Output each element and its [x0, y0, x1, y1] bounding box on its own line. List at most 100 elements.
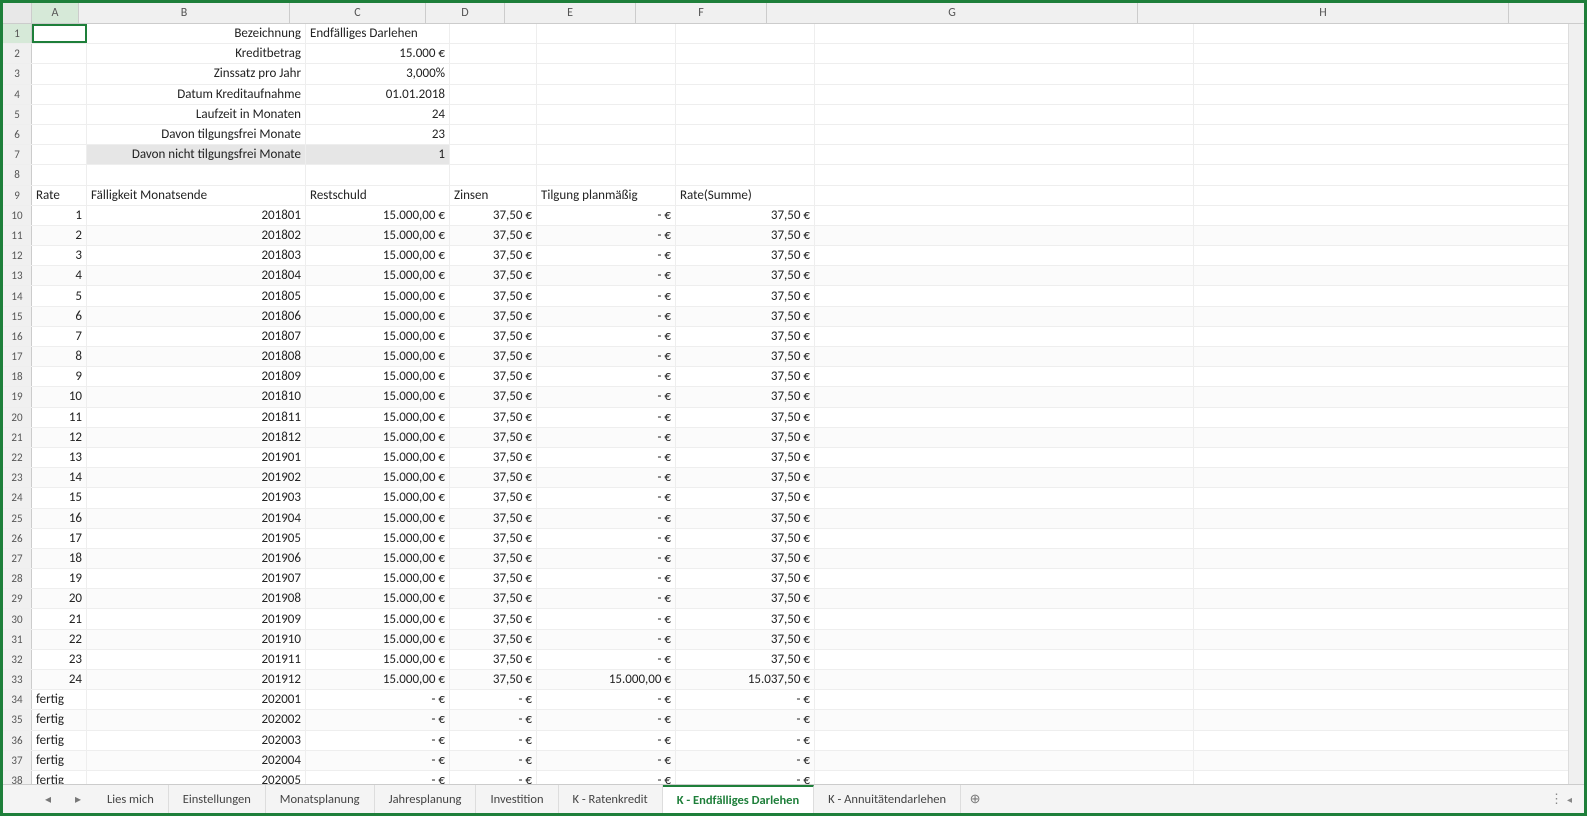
- cell[interactable]: [815, 468, 1194, 487]
- cell[interactable]: 37,50 €: [676, 609, 815, 628]
- cell[interactable]: 201907: [87, 569, 306, 588]
- cell[interactable]: 15.037,50 €: [676, 670, 815, 689]
- cell[interactable]: [815, 488, 1194, 507]
- row-header[interactable]: 36: [3, 731, 32, 750]
- cell[interactable]: - €: [537, 589, 676, 608]
- cell[interactable]: 15.000,00 €: [306, 286, 450, 305]
- cell[interactable]: 37,50 €: [676, 529, 815, 548]
- cell[interactable]: 201909: [87, 609, 306, 628]
- cell[interactable]: 1: [306, 145, 450, 164]
- row-header[interactable]: 13: [3, 266, 32, 285]
- cell[interactable]: 37,50 €: [676, 307, 815, 326]
- cell[interactable]: 201801: [87, 206, 306, 225]
- row-header[interactable]: 21: [3, 428, 32, 447]
- cell[interactable]: Restschuld: [306, 186, 450, 205]
- cell[interactable]: [1194, 529, 1573, 548]
- cell[interactable]: [1194, 710, 1573, 729]
- cell[interactable]: 15.000,00 €: [306, 509, 450, 528]
- cell[interactable]: 21: [32, 609, 87, 628]
- cell[interactable]: 201911: [87, 650, 306, 669]
- cell[interactable]: [1194, 347, 1573, 366]
- cell[interactable]: - €: [537, 710, 676, 729]
- cell[interactable]: 23: [306, 125, 450, 144]
- cell[interactable]: - €: [537, 650, 676, 669]
- tab-nav-next-icon[interactable]: ▸: [75, 792, 81, 807]
- cell[interactable]: 17: [32, 529, 87, 548]
- cell[interactable]: [450, 145, 537, 164]
- cell[interactable]: - €: [537, 569, 676, 588]
- cell[interactable]: [306, 165, 450, 184]
- cell[interactable]: 37,50 €: [676, 327, 815, 346]
- cell[interactable]: - €: [676, 751, 815, 770]
- cell[interactable]: 15.000,00 €: [306, 670, 450, 689]
- row-header[interactable]: 32: [3, 650, 32, 669]
- cell[interactable]: - €: [537, 206, 676, 225]
- cell[interactable]: Davon nicht tilgungsfrei Monate: [87, 145, 306, 164]
- cell[interactable]: [815, 64, 1194, 83]
- row-header[interactable]: 26: [3, 529, 32, 548]
- cell[interactable]: 13: [32, 448, 87, 467]
- cell[interactable]: 3: [32, 246, 87, 265]
- row-header[interactable]: 4: [3, 85, 32, 104]
- cell[interactable]: [676, 85, 815, 104]
- cell[interactable]: [815, 347, 1194, 366]
- cell[interactable]: [1194, 690, 1573, 709]
- row-header[interactable]: 2: [3, 44, 32, 63]
- cell[interactable]: - €: [537, 529, 676, 548]
- cell[interactable]: 3,000%: [306, 64, 450, 83]
- cell[interactable]: 14: [32, 468, 87, 487]
- cell[interactable]: 37,50 €: [450, 529, 537, 548]
- cell[interactable]: [1194, 589, 1573, 608]
- cell[interactable]: - €: [306, 751, 450, 770]
- row-header[interactable]: 38: [3, 771, 32, 784]
- cell[interactable]: 37,50 €: [676, 387, 815, 406]
- cell[interactable]: 37,50 €: [450, 569, 537, 588]
- cell[interactable]: - €: [306, 710, 450, 729]
- cell[interactable]: [815, 771, 1194, 784]
- cell[interactable]: - €: [537, 630, 676, 649]
- cell[interactable]: [450, 64, 537, 83]
- cell[interactable]: 37,50 €: [450, 589, 537, 608]
- cell[interactable]: [32, 165, 87, 184]
- cell[interactable]: 20: [32, 589, 87, 608]
- cell[interactable]: [1194, 327, 1573, 346]
- cell[interactable]: [537, 24, 676, 43]
- cell[interactable]: - €: [537, 509, 676, 528]
- cell[interactable]: [1194, 44, 1573, 63]
- column-header-F[interactable]: F: [636, 3, 767, 23]
- cell[interactable]: [32, 105, 87, 124]
- cell[interactable]: [815, 549, 1194, 568]
- cell[interactable]: - €: [537, 347, 676, 366]
- cell[interactable]: [1194, 448, 1573, 467]
- sheet-tab[interactable]: K - Annuitätendarlehen: [814, 785, 961, 813]
- cell[interactable]: 37,50 €: [676, 286, 815, 305]
- cell[interactable]: [450, 125, 537, 144]
- row-header[interactable]: 9: [3, 186, 32, 205]
- cell[interactable]: 37,50 €: [450, 206, 537, 225]
- cell[interactable]: 15.000,00 €: [306, 650, 450, 669]
- cell[interactable]: 201808: [87, 347, 306, 366]
- row-header[interactable]: 17: [3, 347, 32, 366]
- cell[interactable]: Endfälliges Darlehen: [306, 24, 450, 43]
- cell[interactable]: 7: [32, 327, 87, 346]
- cell[interactable]: 37,50 €: [676, 448, 815, 467]
- cell[interactable]: 37,50 €: [450, 347, 537, 366]
- cell[interactable]: 37,50 €: [450, 549, 537, 568]
- cell[interactable]: [1194, 64, 1573, 83]
- cell[interactable]: 37,50 €: [450, 630, 537, 649]
- cell[interactable]: [815, 609, 1194, 628]
- cell-grid[interactable]: 1BezeichnungEndfälliges Darlehen2Kreditb…: [3, 24, 1584, 784]
- cell[interactable]: [1194, 630, 1573, 649]
- cell[interactable]: - €: [450, 771, 537, 784]
- cell[interactable]: 37,50 €: [450, 226, 537, 245]
- cell[interactable]: [1194, 468, 1573, 487]
- cell[interactable]: 37,50 €: [450, 367, 537, 386]
- row-header[interactable]: 3: [3, 64, 32, 83]
- cell[interactable]: 15.000,00 €: [306, 327, 450, 346]
- cell[interactable]: fertig: [32, 690, 87, 709]
- cell[interactable]: - €: [537, 468, 676, 487]
- cell[interactable]: [537, 64, 676, 83]
- cell[interactable]: 15.000,00 €: [306, 266, 450, 285]
- cell[interactable]: 201906: [87, 549, 306, 568]
- cell[interactable]: [815, 448, 1194, 467]
